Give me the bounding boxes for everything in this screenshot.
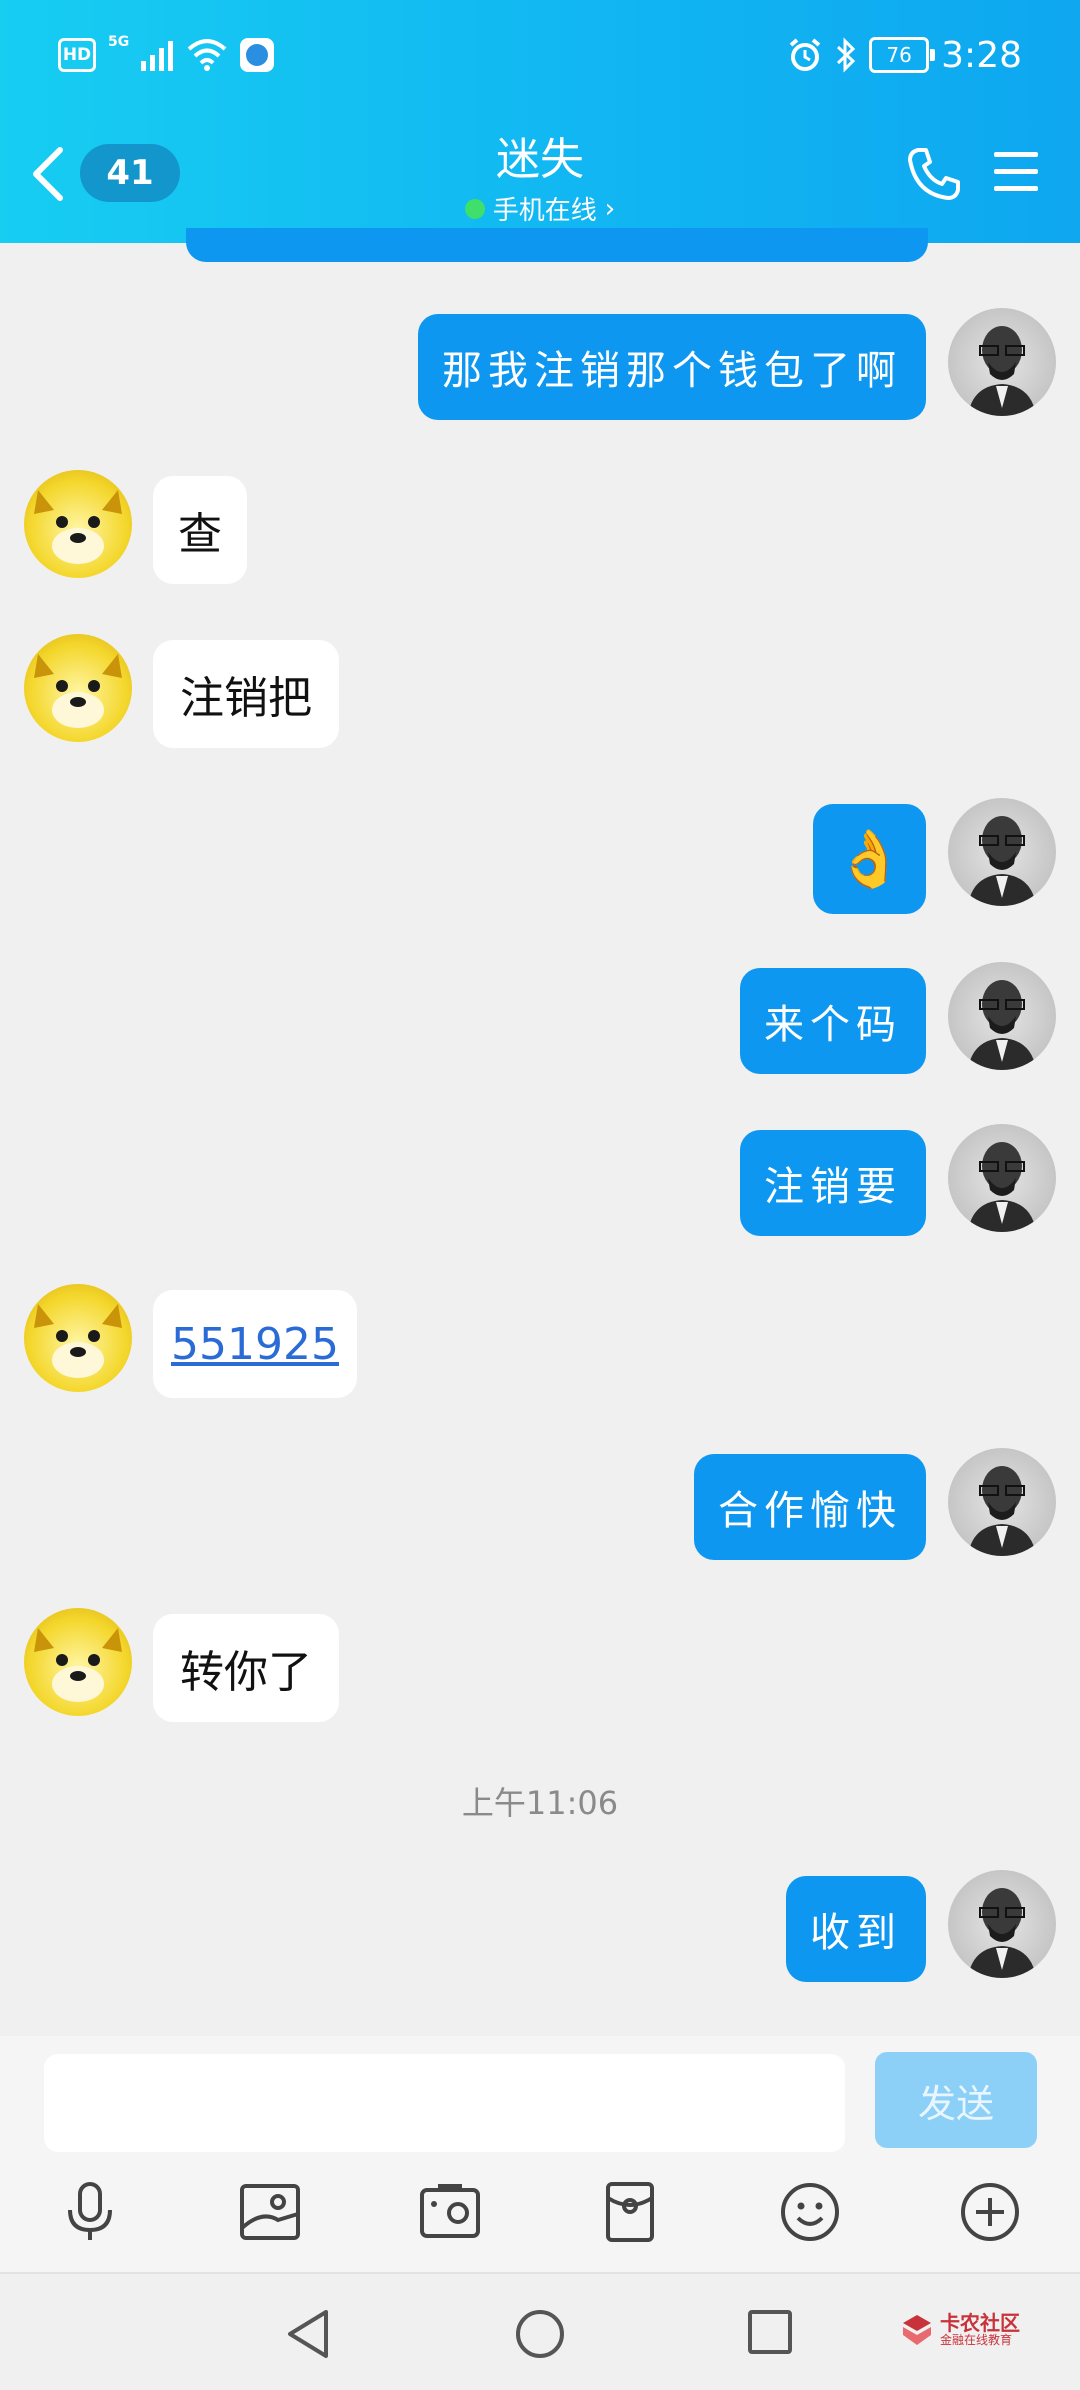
nav-home-icon[interactable]: [514, 2308, 566, 2360]
phone-call-icon[interactable]: [906, 146, 962, 202]
presence-label: 手机在线: [492, 196, 597, 226]
message-bubble-sent[interactable]: 那我注销那个钱包了啊: [418, 314, 926, 420]
camera-icon[interactable]: [418, 2180, 482, 2244]
image-icon[interactable]: [238, 2180, 302, 2244]
watermark: 卡农社区 金融在线教育: [900, 2312, 1020, 2347]
wifi-icon: [187, 39, 227, 71]
chat-header: HD 5G 76 3:28 41 迷失 手机在线 ›: [0, 0, 1080, 243]
my-avatar[interactable]: [948, 962, 1056, 1070]
contact-avatar[interactable]: [24, 1284, 132, 1392]
nav-back-icon[interactable]: [284, 2308, 332, 2360]
message-bubble-received[interactable]: 551925: [153, 1290, 357, 1398]
message-bubble-received[interactable]: 注销把: [153, 640, 339, 748]
presence-status[interactable]: 手机在线 ›: [464, 190, 616, 227]
chevron-right-icon: ›: [604, 193, 616, 224]
hd-badge: HD: [58, 38, 96, 72]
message-bubble-received[interactable]: 查: [153, 476, 247, 584]
man-avatar-icon: [968, 816, 1036, 906]
system-navigation-bar: 卡农社区 金融在线教育: [0, 2272, 1080, 2390]
previous-message-bubble-edge: [186, 228, 928, 262]
plus-icon[interactable]: [958, 2180, 1022, 2244]
my-avatar[interactable]: [948, 1448, 1056, 1556]
contact-avatar[interactable]: [24, 634, 132, 742]
red-packet-icon[interactable]: [598, 2180, 662, 2244]
man-avatar-icon: [968, 1142, 1036, 1232]
my-avatar[interactable]: [948, 308, 1056, 416]
clock: 3:28: [941, 34, 1022, 76]
menu-icon[interactable]: [992, 150, 1040, 194]
number-link[interactable]: 551925: [171, 1319, 339, 1370]
message-bubble-received[interactable]: 转你了: [153, 1614, 339, 1722]
bluetooth-icon: [837, 37, 856, 73]
message-input[interactable]: [44, 2054, 845, 2152]
contact-avatar[interactable]: [24, 470, 132, 578]
status-bar-right: 76 3:28: [787, 30, 1022, 80]
watermark-text: 卡农社区 金融在线教育: [940, 2312, 1020, 2347]
emoji-icon[interactable]: [778, 2180, 842, 2244]
alarm-icon: [789, 38, 821, 71]
message-bubble-sent-emoji[interactable]: 👌: [813, 804, 926, 914]
man-avatar-icon: [968, 980, 1036, 1070]
message-bubble-sent[interactable]: 来个码: [740, 968, 926, 1074]
signal-icon: [141, 41, 174, 71]
watermark-logo: [903, 2314, 931, 2345]
doge-avatar-icon: [34, 654, 122, 728]
contact-avatar[interactable]: [24, 1608, 132, 1716]
message-bubble-sent[interactable]: 注销要: [740, 1130, 926, 1236]
doge-avatar-icon: [34, 1628, 122, 1702]
battery-indicator: 76: [869, 37, 936, 73]
man-avatar-icon: [968, 326, 1036, 416]
doge-avatar-icon: [34, 490, 122, 564]
message-timestamp: 上午11:06: [461, 1784, 619, 1822]
send-button[interactable]: 发送: [875, 2052, 1037, 2148]
my-avatar[interactable]: [948, 1870, 1056, 1978]
online-dot-icon: [464, 198, 485, 219]
status-bar-left: HD 5G: [58, 30, 275, 80]
man-avatar-icon: [968, 1466, 1036, 1556]
mic-icon[interactable]: [58, 2180, 122, 2244]
watermark-sub: 金融在线教育: [940, 2333, 1013, 2347]
my-avatar[interactable]: [948, 798, 1056, 906]
my-avatar[interactable]: [948, 1124, 1056, 1232]
message-bubble-sent[interactable]: 合作愉快: [694, 1454, 926, 1560]
man-avatar-icon: [968, 1888, 1036, 1978]
app-notification-icon: [240, 38, 275, 72]
message-bubble-sent[interactable]: 收到: [786, 1876, 926, 1982]
input-bar: 发送: [0, 2036, 1080, 2272]
nav-recents-icon[interactable]: [746, 2308, 794, 2356]
watermark-main: 卡农社区: [940, 2311, 1020, 2335]
network-label: 5G: [108, 34, 130, 50]
doge-avatar-icon: [34, 1304, 122, 1378]
